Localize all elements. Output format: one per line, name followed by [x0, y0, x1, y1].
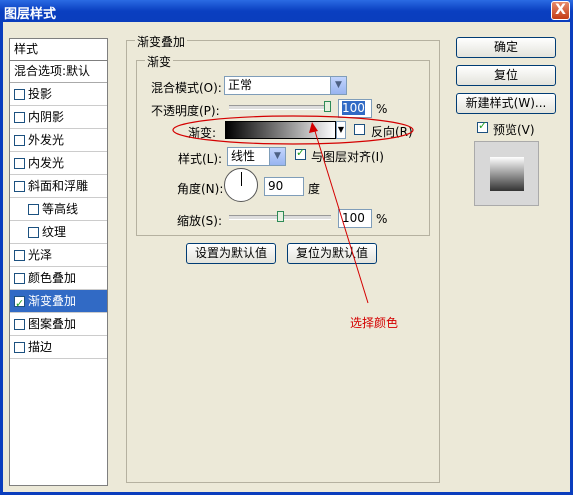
style-item-label: 颜色叠加 — [28, 271, 77, 285]
style-item[interactable]: 内阴影 — [10, 106, 107, 129]
blending-options-item[interactable]: 混合选项:默认 — [10, 61, 107, 83]
style-item-label: 外发光 — [28, 133, 65, 147]
scale-slider-thumb[interactable] — [277, 211, 284, 222]
style-item-label: 内发光 — [28, 156, 65, 170]
preview-label: 预览(V) — [493, 123, 535, 137]
style-item[interactable]: 描边 — [10, 336, 107, 359]
style-item-checkbox[interactable] — [14, 293, 25, 315]
angle-label: 角度(N): — [177, 182, 224, 196]
ok-button[interactable]: 确定 — [456, 37, 556, 58]
chevron-down-icon: ▼ — [330, 77, 346, 94]
style-item[interactable]: 外发光 — [10, 129, 107, 152]
opacity-slider-thumb[interactable] — [324, 101, 331, 112]
chevron-down-icon: ▼ — [269, 148, 285, 165]
blend-mode-value: 正常 — [228, 78, 253, 92]
style-item-checkbox[interactable] — [14, 342, 25, 353]
style-item-label: 光泽 — [28, 248, 53, 262]
reset-button[interactable]: 复位 — [456, 65, 556, 86]
style-item-checkbox[interactable] — [28, 227, 39, 238]
angle-input[interactable]: 90 — [264, 177, 304, 196]
new-style-button[interactable]: 新建样式(W)... — [456, 93, 556, 114]
style-item[interactable]: 渐变叠加 — [10, 290, 107, 315]
opacity-slider-track[interactable] — [229, 105, 331, 110]
window-frame-left — [0, 22, 3, 495]
window-title: 图层样式 — [4, 7, 57, 22]
style-value: 线性 — [231, 149, 256, 163]
scale-label: 缩放(S): — [177, 214, 223, 228]
style-item-checkbox[interactable] — [14, 89, 25, 100]
set-default-button[interactable]: 设置为默认值 — [186, 243, 276, 264]
style-item-checkbox[interactable] — [14, 181, 25, 192]
gradient-overlay-legend: 渐变叠加 — [135, 33, 188, 50]
style-item[interactable]: 图案叠加 — [10, 313, 107, 336]
annotation-ellipse — [172, 115, 414, 145]
annotation-arrow — [309, 122, 369, 304]
preview-gradient-square — [490, 157, 524, 191]
style-item[interactable]: 内发光 — [10, 152, 107, 175]
title-bar: 图层样式 X — [0, 0, 573, 22]
style-item-checkbox[interactable] — [14, 112, 25, 123]
style-item-label: 内阴影 — [28, 110, 65, 124]
preview-checkbox[interactable] — [477, 119, 488, 133]
style-item-label: 投影 — [28, 87, 53, 101]
style-item-checkbox[interactable] — [14, 319, 25, 330]
style-list-header[interactable]: 样式 — [10, 39, 107, 61]
style-item-label: 渐变叠加 — [28, 294, 77, 308]
style-item[interactable]: 投影 — [10, 83, 107, 106]
angle-dial[interactable] — [224, 168, 258, 202]
style-item-checkbox[interactable] — [14, 273, 25, 284]
close-button[interactable]: X — [551, 1, 570, 20]
style-item[interactable]: 斜面和浮雕 — [10, 175, 107, 198]
blend-mode-select[interactable]: 正常 ▼ — [224, 76, 347, 95]
blend-mode-label: 混合模式(O): — [151, 81, 222, 95]
style-item[interactable]: 等高线 — [10, 198, 107, 221]
style-list: 样式 混合选项:默认 投影内阴影外发光内发光斜面和浮雕等高线纹理光泽颜色叠加渐变… — [9, 38, 108, 486]
layer-style-dialog: 图层样式 X 样式 混合选项:默认 投影内阴影外发光内发光斜面和浮雕等高线纹理光… — [0, 0, 573, 495]
angle-value: 90 — [268, 179, 284, 193]
style-item[interactable]: 颜色叠加 — [10, 267, 107, 290]
style-item-label: 描边 — [28, 340, 53, 354]
style-item-label: 纹理 — [42, 225, 67, 239]
style-select[interactable]: 线性 ▼ — [227, 147, 286, 166]
style-label: 样式(L): — [178, 152, 223, 166]
style-item[interactable]: 光泽 — [10, 244, 107, 267]
style-item-label: 图案叠加 — [28, 317, 77, 331]
style-item[interactable]: 纹理 — [10, 221, 107, 244]
gradient-legend: 渐变 — [145, 53, 174, 70]
style-item-label: 等高线 — [42, 202, 79, 216]
style-item-checkbox[interactable] — [14, 135, 25, 146]
annotation-text: 选择颜色 — [350, 316, 399, 330]
style-item-checkbox[interactable] — [14, 158, 25, 169]
style-item-checkbox[interactable] — [28, 204, 39, 215]
style-preview-thumbnail — [474, 141, 539, 206]
style-item-checkbox[interactable] — [14, 250, 25, 261]
style-item-label: 斜面和浮雕 — [28, 179, 89, 193]
